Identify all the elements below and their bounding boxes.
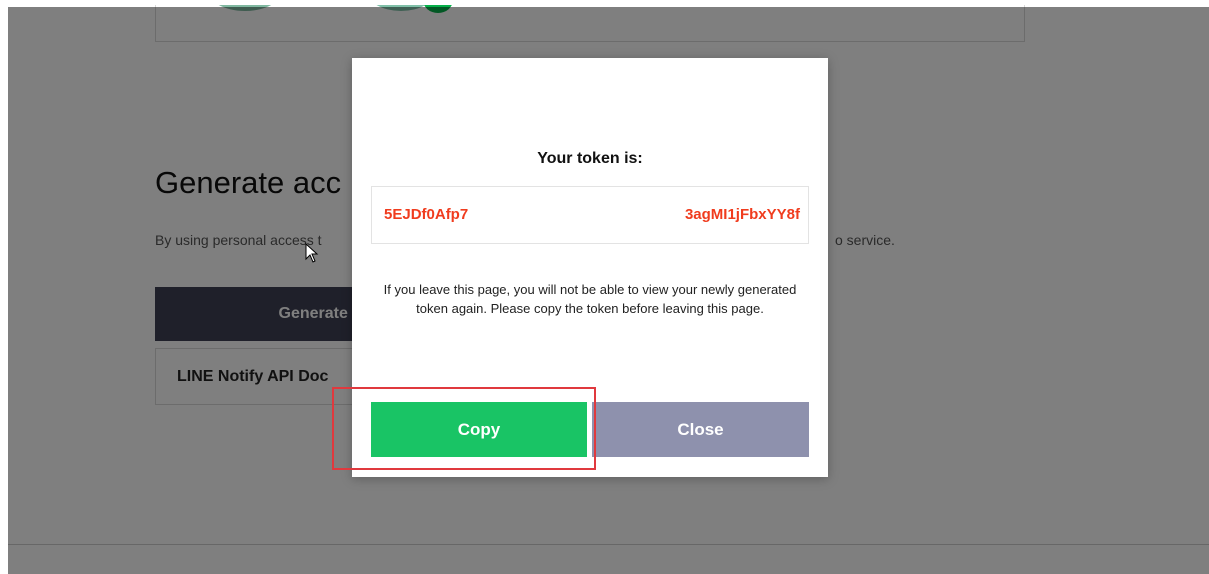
token-display[interactable]: 5EJDf0Afp7 3agMI1jFbxYY8f (371, 186, 809, 244)
token-text-end: 3agMI1jFbxYY8f (684, 206, 800, 223)
modal-title: Your token is: (537, 150, 643, 167)
token-text-start: 5EJDf0Afp7 (384, 206, 469, 223)
close-button[interactable]: Close (592, 402, 809, 457)
token-modal: Your token is: 5EJDf0Afp7 3agMI1jFbxYY8f… (352, 58, 828, 477)
copy-button[interactable]: Copy (371, 402, 587, 457)
modal-message: If you leave this page, you will not be … (383, 282, 797, 316)
mouse-cursor-icon (305, 243, 319, 263)
